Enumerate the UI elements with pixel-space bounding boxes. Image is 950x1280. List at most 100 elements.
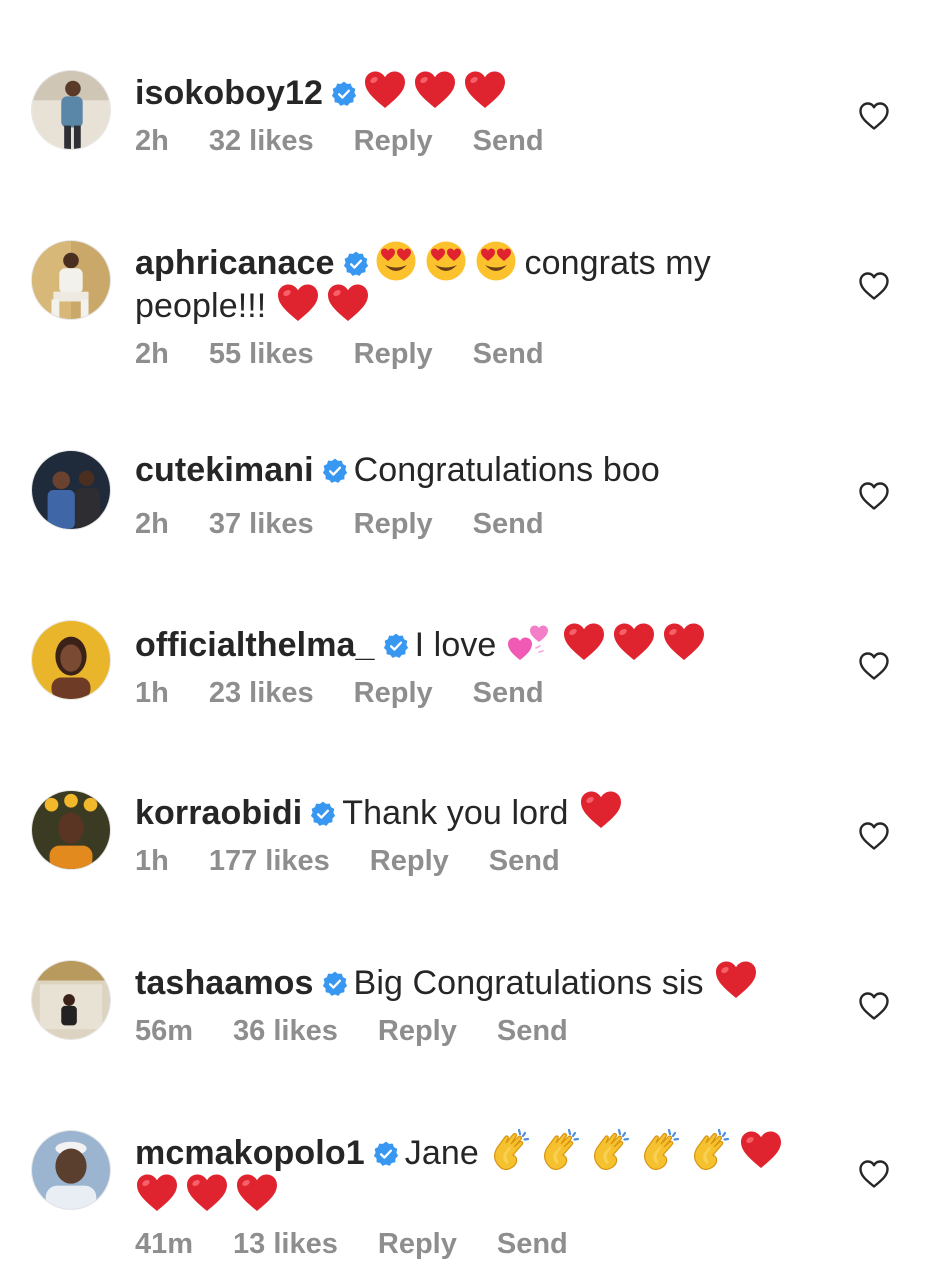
likes-count[interactable]: 13 likes bbox=[233, 1228, 338, 1261]
reply-button[interactable]: Reply bbox=[354, 125, 433, 158]
heart-eyes-emoji-icon bbox=[425, 240, 467, 282]
send-button[interactable]: Send bbox=[473, 125, 544, 158]
like-heart-icon[interactable] bbox=[858, 101, 890, 131]
like-heart-icon[interactable] bbox=[858, 991, 890, 1021]
comment-text: aphricanace congrats my people!!! bbox=[135, 240, 815, 326]
red-heart-emoji-icon bbox=[326, 283, 370, 323]
likes-count[interactable]: 37 likes bbox=[209, 508, 314, 541]
timestamp: 2h bbox=[135, 338, 169, 370]
avatar[interactable] bbox=[31, 620, 111, 700]
send-button[interactable]: Send bbox=[497, 1015, 568, 1048]
reply-button[interactable]: Reply bbox=[370, 845, 449, 878]
like-heart-icon[interactable] bbox=[858, 821, 890, 851]
red-heart-emoji-icon bbox=[662, 622, 706, 662]
username[interactable]: korraobidi bbox=[135, 794, 302, 832]
like-heart-icon[interactable] bbox=[858, 481, 890, 511]
like-heart-icon[interactable] bbox=[858, 651, 890, 681]
clapping-hands-emoji-icon bbox=[689, 1128, 733, 1172]
timestamp: 56m bbox=[135, 1015, 194, 1047]
comment-body: I love bbox=[414, 626, 497, 664]
red-heart-emoji-icon bbox=[413, 70, 457, 110]
comment-meta: 2h 37 likes Reply Send bbox=[135, 508, 815, 541]
clapping-hands-emoji-icon bbox=[489, 1128, 533, 1172]
avatar[interactable] bbox=[31, 240, 111, 320]
send-button[interactable]: Send bbox=[473, 677, 544, 710]
comment-meta: 1h 23 likes Reply Send bbox=[135, 677, 815, 710]
likes-count[interactable]: 23 likes bbox=[209, 677, 314, 710]
send-button[interactable]: Send bbox=[489, 845, 560, 878]
reply-button[interactable]: Reply bbox=[354, 508, 433, 541]
send-button[interactable]: Send bbox=[473, 338, 544, 371]
two-hearts-emoji-icon bbox=[506, 620, 550, 664]
send-button[interactable]: Send bbox=[497, 1228, 568, 1261]
likes-count[interactable]: 55 likes bbox=[209, 338, 314, 371]
timestamp: 1h bbox=[135, 845, 169, 877]
clapping-hands-emoji-icon bbox=[589, 1128, 633, 1172]
verified-badge-icon bbox=[310, 801, 336, 827]
avatar[interactable] bbox=[31, 70, 111, 150]
reply-button[interactable]: Reply bbox=[378, 1228, 457, 1261]
timestamp: 2h bbox=[135, 508, 169, 540]
comment-body: congrats my bbox=[524, 244, 711, 282]
username[interactable]: cutekimani bbox=[135, 451, 314, 489]
username[interactable]: tashaamos bbox=[135, 964, 314, 1002]
verified-badge-icon bbox=[331, 81, 357, 107]
verified-badge-icon bbox=[383, 633, 409, 659]
avatar[interactable] bbox=[31, 450, 111, 530]
red-heart-emoji-icon bbox=[185, 1173, 229, 1213]
comment-meta: 2h 55 likes Reply Send bbox=[135, 338, 815, 371]
verified-badge-icon bbox=[373, 1141, 399, 1167]
avatar[interactable] bbox=[31, 1130, 111, 1210]
likes-count[interactable]: 36 likes bbox=[233, 1015, 338, 1048]
comment-meta: 2h 32 likes Reply Send bbox=[135, 125, 815, 158]
timestamp: 1h bbox=[135, 677, 169, 709]
verified-badge-icon bbox=[343, 251, 369, 277]
red-heart-emoji-icon bbox=[612, 622, 656, 662]
timestamp: 2h bbox=[135, 125, 169, 157]
avatar[interactable] bbox=[31, 790, 111, 870]
comment-body-line2: people!!! bbox=[135, 287, 267, 325]
comment-text: tashaamos Big Congratulations sis bbox=[135, 960, 815, 1003]
comment-meta: 56m 36 likes Reply Send bbox=[135, 1015, 815, 1048]
username[interactable]: isokoboy12 bbox=[135, 74, 323, 112]
timestamp: 41m bbox=[135, 1228, 194, 1260]
comment-text: isokoboy12 bbox=[135, 70, 815, 113]
red-heart-emoji-icon bbox=[135, 1173, 179, 1213]
reply-button[interactable]: Reply bbox=[378, 1015, 457, 1048]
like-heart-icon[interactable] bbox=[858, 271, 890, 301]
username[interactable]: officialthelma_ bbox=[135, 626, 375, 664]
red-heart-emoji-icon bbox=[739, 1130, 783, 1170]
red-heart-emoji-icon bbox=[363, 70, 407, 110]
verified-badge-icon bbox=[322, 971, 348, 997]
red-heart-emoji-icon bbox=[276, 283, 320, 323]
verified-badge-icon bbox=[322, 458, 348, 484]
comment-text: officialthelma_ I love bbox=[135, 620, 815, 665]
clapping-hands-emoji-icon bbox=[639, 1128, 683, 1172]
likes-count[interactable]: 177 likes bbox=[209, 845, 330, 878]
comment-body: Thank you lord bbox=[342, 794, 569, 832]
comment-text: cutekimani Congratulations boo bbox=[135, 450, 815, 490]
comment-text: korraobidi Thank you lord bbox=[135, 790, 815, 833]
send-button[interactable]: Send bbox=[473, 508, 544, 541]
red-heart-emoji-icon bbox=[714, 960, 758, 1000]
reply-button[interactable]: Reply bbox=[354, 677, 433, 710]
like-heart-icon[interactable] bbox=[858, 1159, 890, 1189]
username[interactable]: mcmakopolo1 bbox=[135, 1134, 365, 1172]
avatar[interactable] bbox=[31, 960, 111, 1040]
red-heart-emoji-icon bbox=[562, 622, 606, 662]
comment-body: Congratulations boo bbox=[353, 451, 660, 489]
reply-button[interactable]: Reply bbox=[354, 338, 433, 371]
comment-body: Jane bbox=[404, 1134, 479, 1172]
red-heart-emoji-icon bbox=[235, 1173, 279, 1213]
heart-eyes-emoji-icon bbox=[475, 240, 517, 282]
heart-eyes-emoji-icon bbox=[375, 240, 417, 282]
comment-text: mcmakopolo1 Jane bbox=[135, 1128, 815, 1216]
comment-meta: 41m 13 likes Reply Send bbox=[135, 1228, 815, 1261]
comment-body: Big Congratulations sis bbox=[353, 964, 704, 1002]
comment-meta: 1h 177 likes Reply Send bbox=[135, 845, 815, 878]
clapping-hands-emoji-icon bbox=[539, 1128, 583, 1172]
red-heart-emoji-icon bbox=[579, 790, 623, 830]
likes-count[interactable]: 32 likes bbox=[209, 125, 314, 158]
username[interactable]: aphricanace bbox=[135, 244, 335, 282]
red-heart-emoji-icon bbox=[463, 70, 507, 110]
